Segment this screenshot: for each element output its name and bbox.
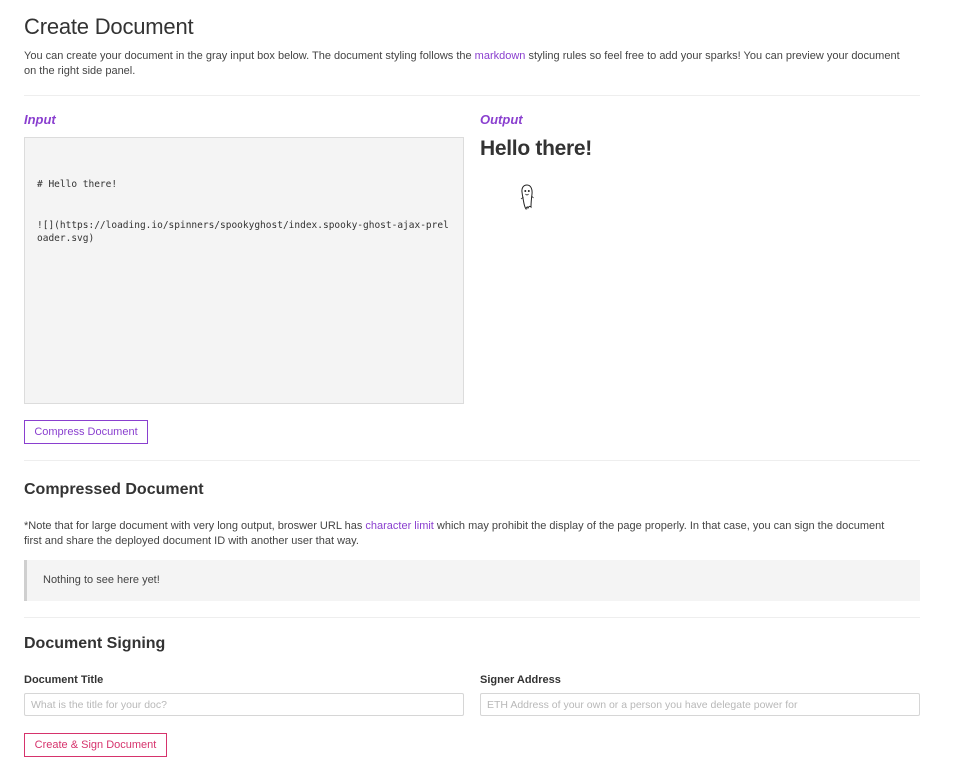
input-line: ![](https://loading.io/spinners/spookygh… (37, 219, 449, 245)
signer-address-input[interactable] (480, 693, 920, 716)
empty-state-text: Nothing to see here yet! (43, 574, 160, 586)
note-text-start: *Note that for large document with very … (24, 520, 366, 532)
output-label: Output (480, 112, 523, 127)
compressed-output-box: Nothing to see here yet! (24, 560, 920, 601)
page-title: Create Document (24, 14, 194, 39)
markdown-link[interactable]: markdown (475, 50, 526, 62)
document-title-label: Document Title (24, 674, 104, 686)
document-title-input[interactable] (24, 693, 464, 716)
divider (24, 617, 920, 618)
url-limit-note: *Note that for large document with very … (24, 519, 904, 549)
signer-address-label: Signer Address (480, 674, 561, 686)
divider (24, 460, 920, 461)
compressed-document-title: Compressed Document (24, 481, 204, 498)
input-label: Input (24, 112, 56, 127)
markdown-input[interactable]: # Hello there! ![](https://loading.io/sp… (24, 137, 464, 404)
ghost-icon (520, 184, 534, 210)
character-limit-link[interactable]: character limit (365, 520, 433, 532)
preview-heading: Hello there! (480, 137, 592, 160)
divider (24, 95, 920, 96)
intro-text-start: You can create your document in the gray… (24, 50, 475, 62)
document-signing-title: Document Signing (24, 635, 166, 652)
intro-text: You can create your document in the gray… (24, 49, 904, 79)
create-sign-document-button[interactable]: Create & Sign Document (24, 733, 167, 757)
compress-document-button[interactable]: Compress Document (24, 420, 148, 444)
input-line: # Hello there! (37, 179, 118, 190)
